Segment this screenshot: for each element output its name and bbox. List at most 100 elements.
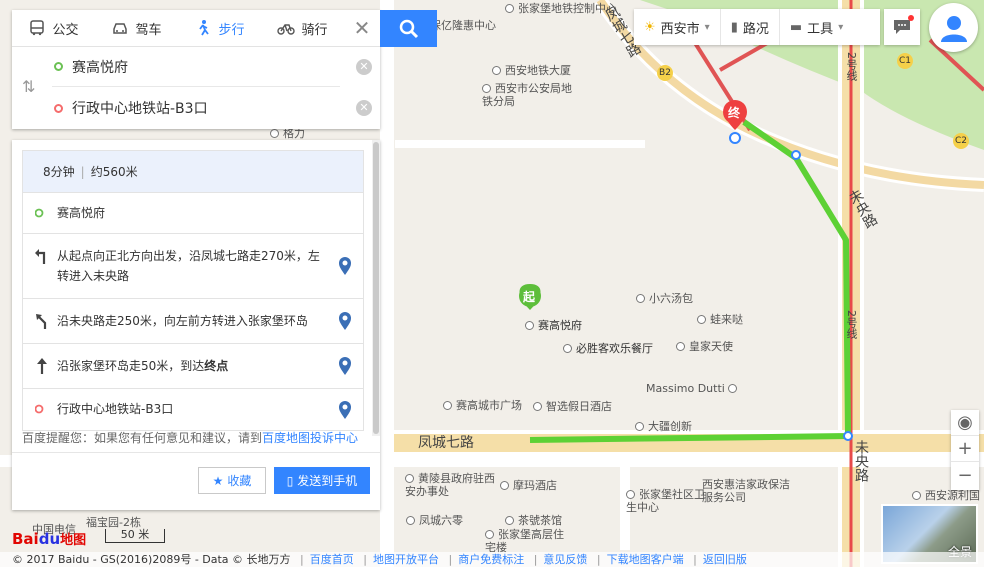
route-summary[interactable]: 8分钟 | 约560米 [23, 151, 363, 193]
start-field[interactable]: 赛高悦府 ✕ [52, 47, 372, 87]
poi-label[interactable]: 茶號茶馆 [505, 512, 562, 528]
notification-dot [908, 15, 914, 21]
marker-end-label: 终 [728, 106, 741, 120]
location-pin-icon[interactable] [339, 400, 351, 419]
poi-label[interactable]: 张家堡社区卫生中心 [626, 488, 706, 514]
metro-label-line2: 2号线 [845, 310, 858, 339]
tab-label: 步行 [218, 22, 245, 38]
route-inputs: ⇅ 赛高悦府 ✕ 行政中心地铁站-B3口 ✕ [12, 47, 380, 129]
poi-label[interactable]: 赛高悦府 [525, 317, 582, 333]
route-result-panel: 8分钟 | 约560米 赛高悦府 从起点向正北方向出发，沿凤城七路走270米，左… [12, 140, 380, 510]
phone-icon: ▯ [286, 473, 294, 488]
map-toolbar: ☀ 西安市 ▾ ▮ 路况 ▬ 工具 ▾ [634, 9, 880, 45]
location-pin-icon[interactable] [339, 257, 351, 275]
chevron-down-icon: ▾ [838, 21, 844, 33]
toolbox-icon: ▬ [789, 19, 803, 35]
clear-end-icon[interactable]: ✕ [356, 100, 372, 116]
map-footer: © 2017 Baidu - GS(2016)2089号 - Data © 长地… [0, 552, 984, 567]
footer-link[interactable]: 下载地图客户端 [607, 553, 684, 566]
message-button[interactable] [884, 9, 920, 45]
bus-icon [30, 20, 45, 36]
poi-label[interactable]: 必胜客欢乐餐厅 [563, 340, 653, 356]
poi-label[interactable]: 蛙来哒 [697, 311, 743, 327]
poi-label[interactable]: 大疆创新 [635, 418, 692, 434]
poi-label[interactable]: Massimo Dutti [646, 382, 741, 395]
car-icon [113, 23, 128, 34]
poi-label[interactable]: 西安市公安局地铁分局 [482, 82, 572, 108]
poi-label[interactable]: 凤城六零 [406, 512, 463, 528]
walk-icon [199, 20, 210, 36]
zoom-out-button[interactable]: − [951, 462, 979, 488]
user-avatar[interactable] [929, 3, 978, 52]
search-button[interactable] [380, 10, 437, 47]
close-icon[interactable]: ✕ [344, 10, 380, 46]
start-dot-icon [54, 62, 63, 71]
end-field[interactable]: 行政中心地铁站-B3口 ✕ [52, 88, 372, 128]
step-end[interactable]: 行政中心地铁站-B3口 [23, 389, 363, 430]
route-search-panel: 公交 驾车 步行 骑行 ✕ ⇅ 赛高悦府 ✕ 行政中心地铁站-B3口 ✕ [12, 10, 380, 129]
favorite-button[interactable]: ★ 收藏 [198, 467, 266, 494]
poi-label[interactable]: 摩玛酒店 [500, 477, 557, 493]
zoom-control: ◉ + − [951, 410, 979, 490]
step-text: 行政中心地铁站-B3口 [57, 402, 174, 416]
end-dot-icon [35, 404, 44, 414]
location-pin-icon[interactable] [339, 357, 351, 375]
locate-icon[interactable]: ◉ [951, 410, 979, 436]
start-field-value: 赛高悦府 [72, 59, 128, 76]
road-label-weiyang-south: 未央路 [853, 440, 869, 482]
tab-label: 驾车 [135, 22, 162, 38]
poi-label[interactable]: 赛高城市广场 [443, 397, 522, 413]
message-icon [894, 20, 910, 34]
step-text-bold: 终点 [204, 359, 229, 373]
travel-mode-tabs: 公交 驾车 步行 骑行 ✕ [12, 10, 380, 47]
tab-bus[interactable]: 公交 [12, 10, 95, 46]
weather-icon: ☀ [644, 19, 656, 35]
footer-link[interactable]: 地图开放平台 [373, 553, 439, 566]
footer-link[interactable]: 返回旧版 [703, 553, 747, 566]
poi-label[interactable]: 皇家天使 [676, 338, 733, 354]
poi-label[interactable]: 黄陵县政府驻西安办事处 [405, 472, 495, 498]
zoom-in-button[interactable]: + [951, 436, 979, 462]
end-dot-icon [54, 103, 63, 113]
poi-label[interactable]: 张家堡高层住宅楼 [485, 528, 565, 554]
poi-label[interactable]: 小六汤包 [636, 290, 693, 306]
search-icon [399, 19, 418, 38]
marker-start-label: 起 [523, 290, 536, 304]
send-to-phone-button[interactable]: ▯ 发送到手机 [274, 467, 370, 494]
route-steps: 8分钟 | 约560米 赛高悦府 从起点向正北方向出发，沿凤城七路走270米，左… [22, 150, 364, 431]
clear-start-icon[interactable]: ✕ [356, 58, 372, 75]
tab-car[interactable]: 驾车 [95, 10, 178, 46]
poi-label[interactable]: 西安惠洁家政保洁服务公司 [702, 478, 798, 504]
exit-badge: C2 [953, 133, 969, 149]
tab-bike[interactable]: 骑行 [261, 10, 344, 46]
bear-left-icon [36, 314, 47, 329]
complaint-center-link[interactable]: 百度地图投诉中心 [262, 431, 358, 445]
step-item[interactable]: 从起点向正北方向出发，沿凤城七路走270米，左转进入未央路 [23, 234, 363, 299]
start-dot-icon [35, 208, 44, 218]
traffic-button[interactable]: ▮ 路况 [721, 9, 780, 45]
copyright-text: © 2017 Baidu - GS(2016)2089号 - Data © 长地… [12, 553, 291, 566]
turn-left-icon [35, 249, 46, 264]
metro-label-line2-north: 2号线 [845, 52, 858, 81]
star-icon: ★ [212, 473, 224, 488]
footer-link[interactable]: 意见反馈 [543, 553, 587, 566]
poi-label[interactable]: 智选假日酒店 [533, 398, 612, 414]
tab-walk[interactable]: 步行 [178, 10, 261, 46]
result-scrollbar[interactable] [372, 140, 380, 436]
step-item[interactable]: 沿张家堡环岛走50米，到达终点 [23, 344, 363, 389]
step-text: 从起点向正北方向出发，沿凤城七路走270米，左转进入未央路 [57, 249, 320, 283]
location-pin-icon[interactable] [339, 312, 351, 330]
step-start[interactable]: 赛高悦府 [23, 193, 363, 234]
tools-button[interactable]: ▬ 工具 ▾ [780, 9, 853, 45]
step-text: 沿张家堡环岛走50米，到达 [57, 359, 205, 373]
city-selector[interactable]: ☀ 西安市 ▾ [634, 9, 721, 45]
step-text: 赛高悦府 [57, 206, 106, 220]
step-item[interactable]: 沿未央路走250米，向左前方转进入张家堡环岛 [23, 299, 363, 344]
user-icon [940, 15, 967, 42]
swap-icon[interactable]: ⇅ [22, 77, 35, 96]
step-text: 沿未央路走250米，向左前方转进入张家堡环岛 [57, 314, 308, 328]
footer-link[interactable]: 百度首页 [310, 553, 354, 566]
footer-link[interactable]: 商户免费标注 [458, 553, 524, 566]
poi-label[interactable]: 西安地铁大厦 [492, 62, 571, 78]
poi-label[interactable]: 保亿隆惠中心 [430, 17, 496, 33]
